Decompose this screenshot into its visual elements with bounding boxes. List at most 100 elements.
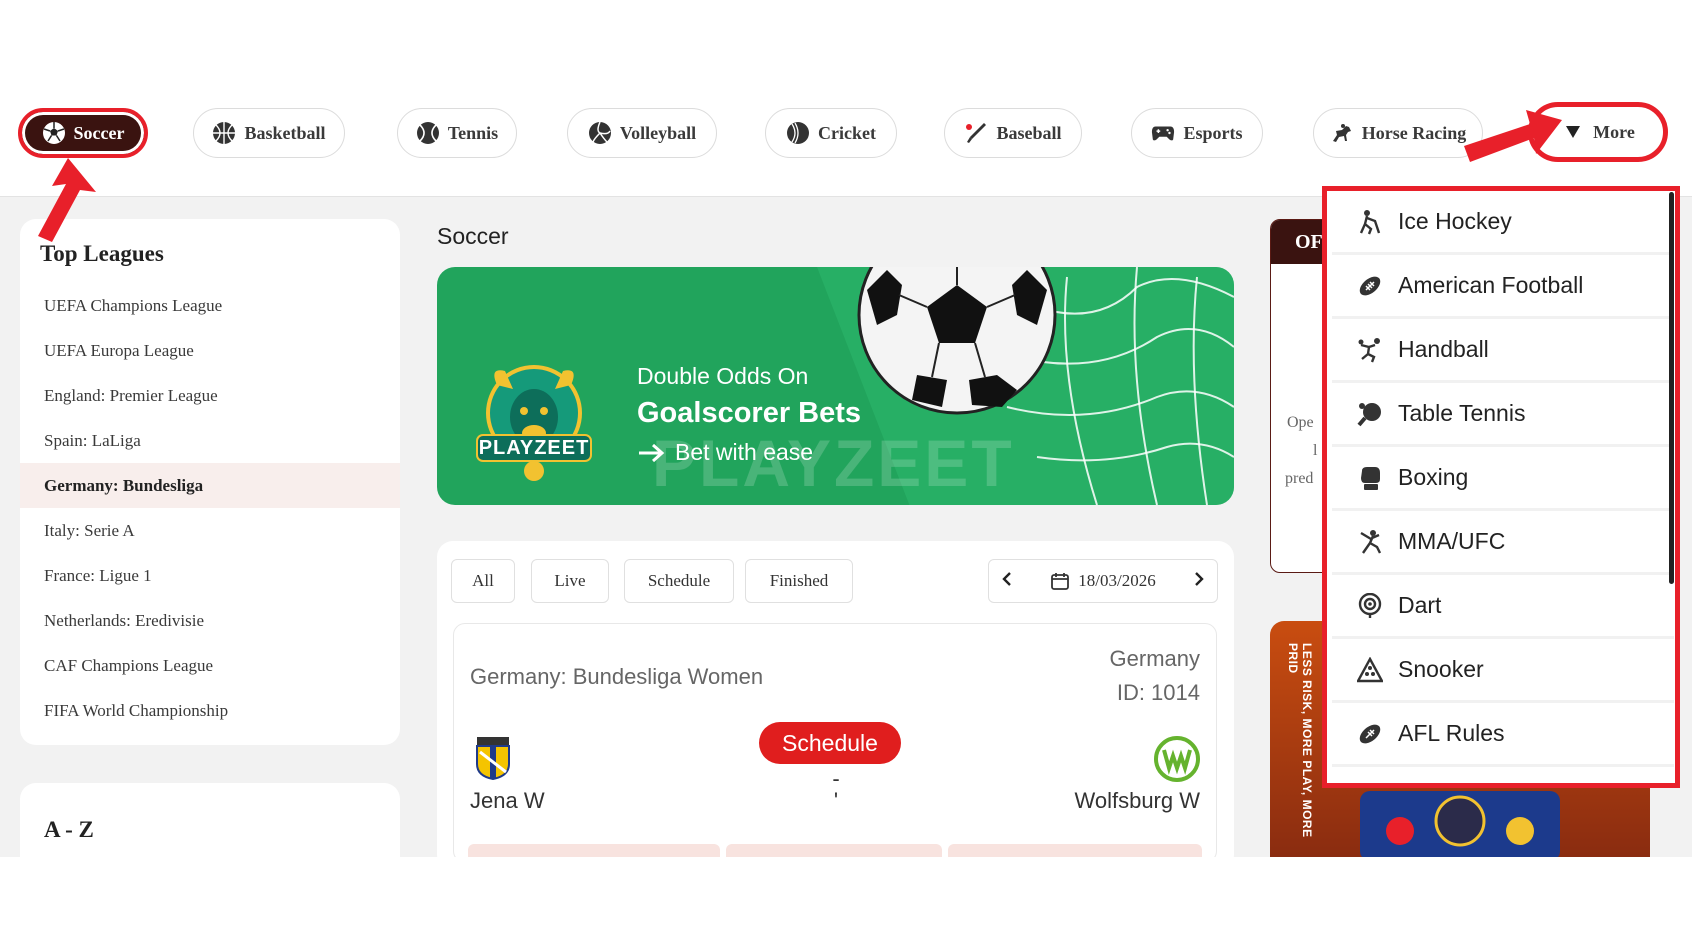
soccer-ball-graphic [857, 267, 1057, 415]
home-team-logo [476, 736, 510, 785]
league-item[interactable]: England: Premier League [20, 373, 400, 418]
nav-item-label: Baseball [996, 122, 1062, 143]
match-country: Germany [1109, 646, 1200, 671]
menu-item-label: Snooker [1398, 656, 1484, 682]
arrow-right-icon [639, 443, 665, 462]
more-arrow-annotation [1464, 110, 1562, 162]
soccer-ball-icon [42, 121, 66, 145]
menu-item-snooker[interactable]: Snooker [1332, 639, 1674, 703]
menu-item-handball[interactable]: Handball [1332, 319, 1674, 383]
soccer-arrow-annotation [38, 158, 96, 242]
home-team-name: Jena W [470, 788, 545, 813]
volleyball-icon [588, 121, 612, 145]
caret-down-icon [1561, 120, 1585, 144]
nav-item-cricket[interactable]: Cricket [765, 108, 897, 158]
league-item[interactable]: Italy: Serie A [20, 508, 400, 553]
banner-cta[interactable]: Bet with ease [637, 439, 813, 466]
filter-tab-all[interactable]: All [451, 559, 515, 603]
chevron-right-icon [1195, 571, 1204, 586]
menu-item-label: Ice Hockey [1398, 208, 1512, 234]
menu-item-boxing[interactable]: Boxing [1332, 447, 1674, 511]
logo-text: PLAYZEET [478, 437, 590, 459]
match-time: ' [833, 788, 839, 813]
menu-item-mma-ufc[interactable]: MMA/UFC [1332, 511, 1674, 575]
away-team-name: Wolfsburg W [1074, 788, 1200, 813]
nav-item-soccer[interactable]: Soccer [18, 108, 148, 158]
right-card-text: Ope [1287, 414, 1314, 431]
nav-item-basketball[interactable]: Basketball [193, 108, 345, 158]
nav-item-volleyball[interactable]: Volleyball [567, 108, 717, 158]
nav-item-baseball[interactable]: Baseball [944, 108, 1082, 158]
basketball-icon [212, 121, 236, 145]
sports-nav-bar: Soccer Basketball Tennis Volleyball Cric… [0, 92, 1692, 197]
menu-item-label: American Football [1398, 272, 1584, 298]
prev-date-button[interactable] [1001, 571, 1013, 592]
nav-item-label: Esports [1183, 122, 1243, 143]
filter-tab-schedule[interactable]: Schedule [624, 559, 734, 603]
promo-banner[interactable]: PLAYZEET PLAYZEET Double Odds On Goalsco… [437, 267, 1234, 505]
next-date-button[interactable] [1193, 571, 1205, 592]
horse-racing-icon [1330, 121, 1354, 145]
calendar-icon [1051, 573, 1070, 590]
nav-item-esports[interactable]: Esports [1131, 108, 1263, 158]
nav-item-label: Basketball [244, 122, 326, 143]
american-football-icon [1356, 272, 1384, 300]
league-item[interactable]: France: Ligue 1 [20, 553, 400, 598]
league-item[interactable]: FIFA World Championship [20, 688, 400, 733]
right-card-text: l [1313, 442, 1318, 459]
boxing-glove-icon [1356, 464, 1384, 492]
baseball-bat-icon [964, 121, 988, 145]
match-status-badge: Schedule [759, 722, 901, 764]
menu-item-afl-rules[interactable]: AFL Rules [1332, 703, 1674, 767]
banner-cta-label: Bet with ease [675, 439, 814, 465]
nav-item-horse-racing[interactable]: Horse Racing [1313, 108, 1483, 158]
match-card[interactable]: Germany: Bundesliga Women Germany ID: 10… [453, 623, 1217, 863]
a-z-title: A - Z [44, 817, 94, 842]
menu-item-label: Dart [1398, 592, 1442, 618]
nav-item-label: Cricket [818, 122, 876, 143]
dropdown-scrollbar[interactable] [1669, 192, 1674, 584]
nav-item-label: Horse Racing [1361, 122, 1467, 143]
gamepad-icon [1151, 121, 1175, 145]
nav-item-tennis[interactable]: Tennis [397, 108, 517, 158]
banner-line-2: Goalscorer Bets [637, 397, 862, 429]
page: Soccer Basketball Tennis Volleyball Cric… [0, 0, 1692, 952]
handball-icon [1356, 336, 1384, 364]
menu-item-table-tennis[interactable]: Table Tennis [1332, 383, 1674, 447]
date-picker[interactable]: 18/03/2026 [988, 559, 1218, 603]
top-leagues-panel: Top Leagues UEFA Champions League UEFA E… [20, 219, 400, 745]
filter-tab-live[interactable]: Live [531, 559, 609, 603]
more-sports-dropdown: Ice Hockey American Football Handball Ta… [1322, 186, 1680, 788]
promo-vertical-text: LESS RISK, MORE PLAY, MORE PRID [1286, 643, 1314, 838]
table-tennis-icon [1356, 400, 1384, 428]
page-bottom-margin [0, 857, 1692, 952]
menu-item-label: MMA/UFC [1398, 528, 1506, 554]
league-item[interactable]: UEFA Champions League [20, 283, 400, 328]
menu-item-label: Boxing [1398, 464, 1469, 490]
menu-item-ice-hockey[interactable]: Ice Hockey [1332, 191, 1674, 255]
menu-item-dart[interactable]: Dart [1332, 575, 1674, 639]
nav-item-label: Volleyball [619, 122, 697, 143]
match-league: Germany: Bundesliga Women [470, 664, 764, 689]
mma-icon [1356, 528, 1384, 556]
league-item-selected[interactable]: Germany: Bundesliga [20, 463, 400, 508]
menu-item-label: AFL Rules [1398, 720, 1505, 746]
nav-item-label: Tennis [447, 122, 499, 143]
afl-rules-icon [1356, 720, 1384, 748]
ice-hockey-icon [1356, 208, 1384, 236]
league-item[interactable]: CAF Champions League [20, 643, 400, 688]
league-item[interactable]: UEFA Europa League [20, 328, 400, 373]
league-item[interactable]: Netherlands: Eredivisie [20, 598, 400, 643]
date-display[interactable]: 18/03/2026 [1050, 571, 1156, 591]
matches-panel: All Live Schedule Finished 18/03/2026 Ge… [437, 541, 1234, 871]
menu-item-american-football[interactable]: American Football [1332, 255, 1674, 319]
playzeet-logo: PLAYZEET [469, 355, 599, 485]
league-item[interactable]: Spain: LaLiga [20, 418, 400, 463]
match-id: ID: 1014 [1116, 680, 1200, 705]
chevron-left-icon [1002, 571, 1011, 586]
more-label: More [1593, 121, 1635, 142]
cricket-ball-icon [786, 121, 810, 145]
dart-icon [1356, 592, 1384, 620]
filter-tab-finished[interactable]: Finished [745, 559, 853, 603]
menu-item-label: Handball [1398, 336, 1489, 362]
